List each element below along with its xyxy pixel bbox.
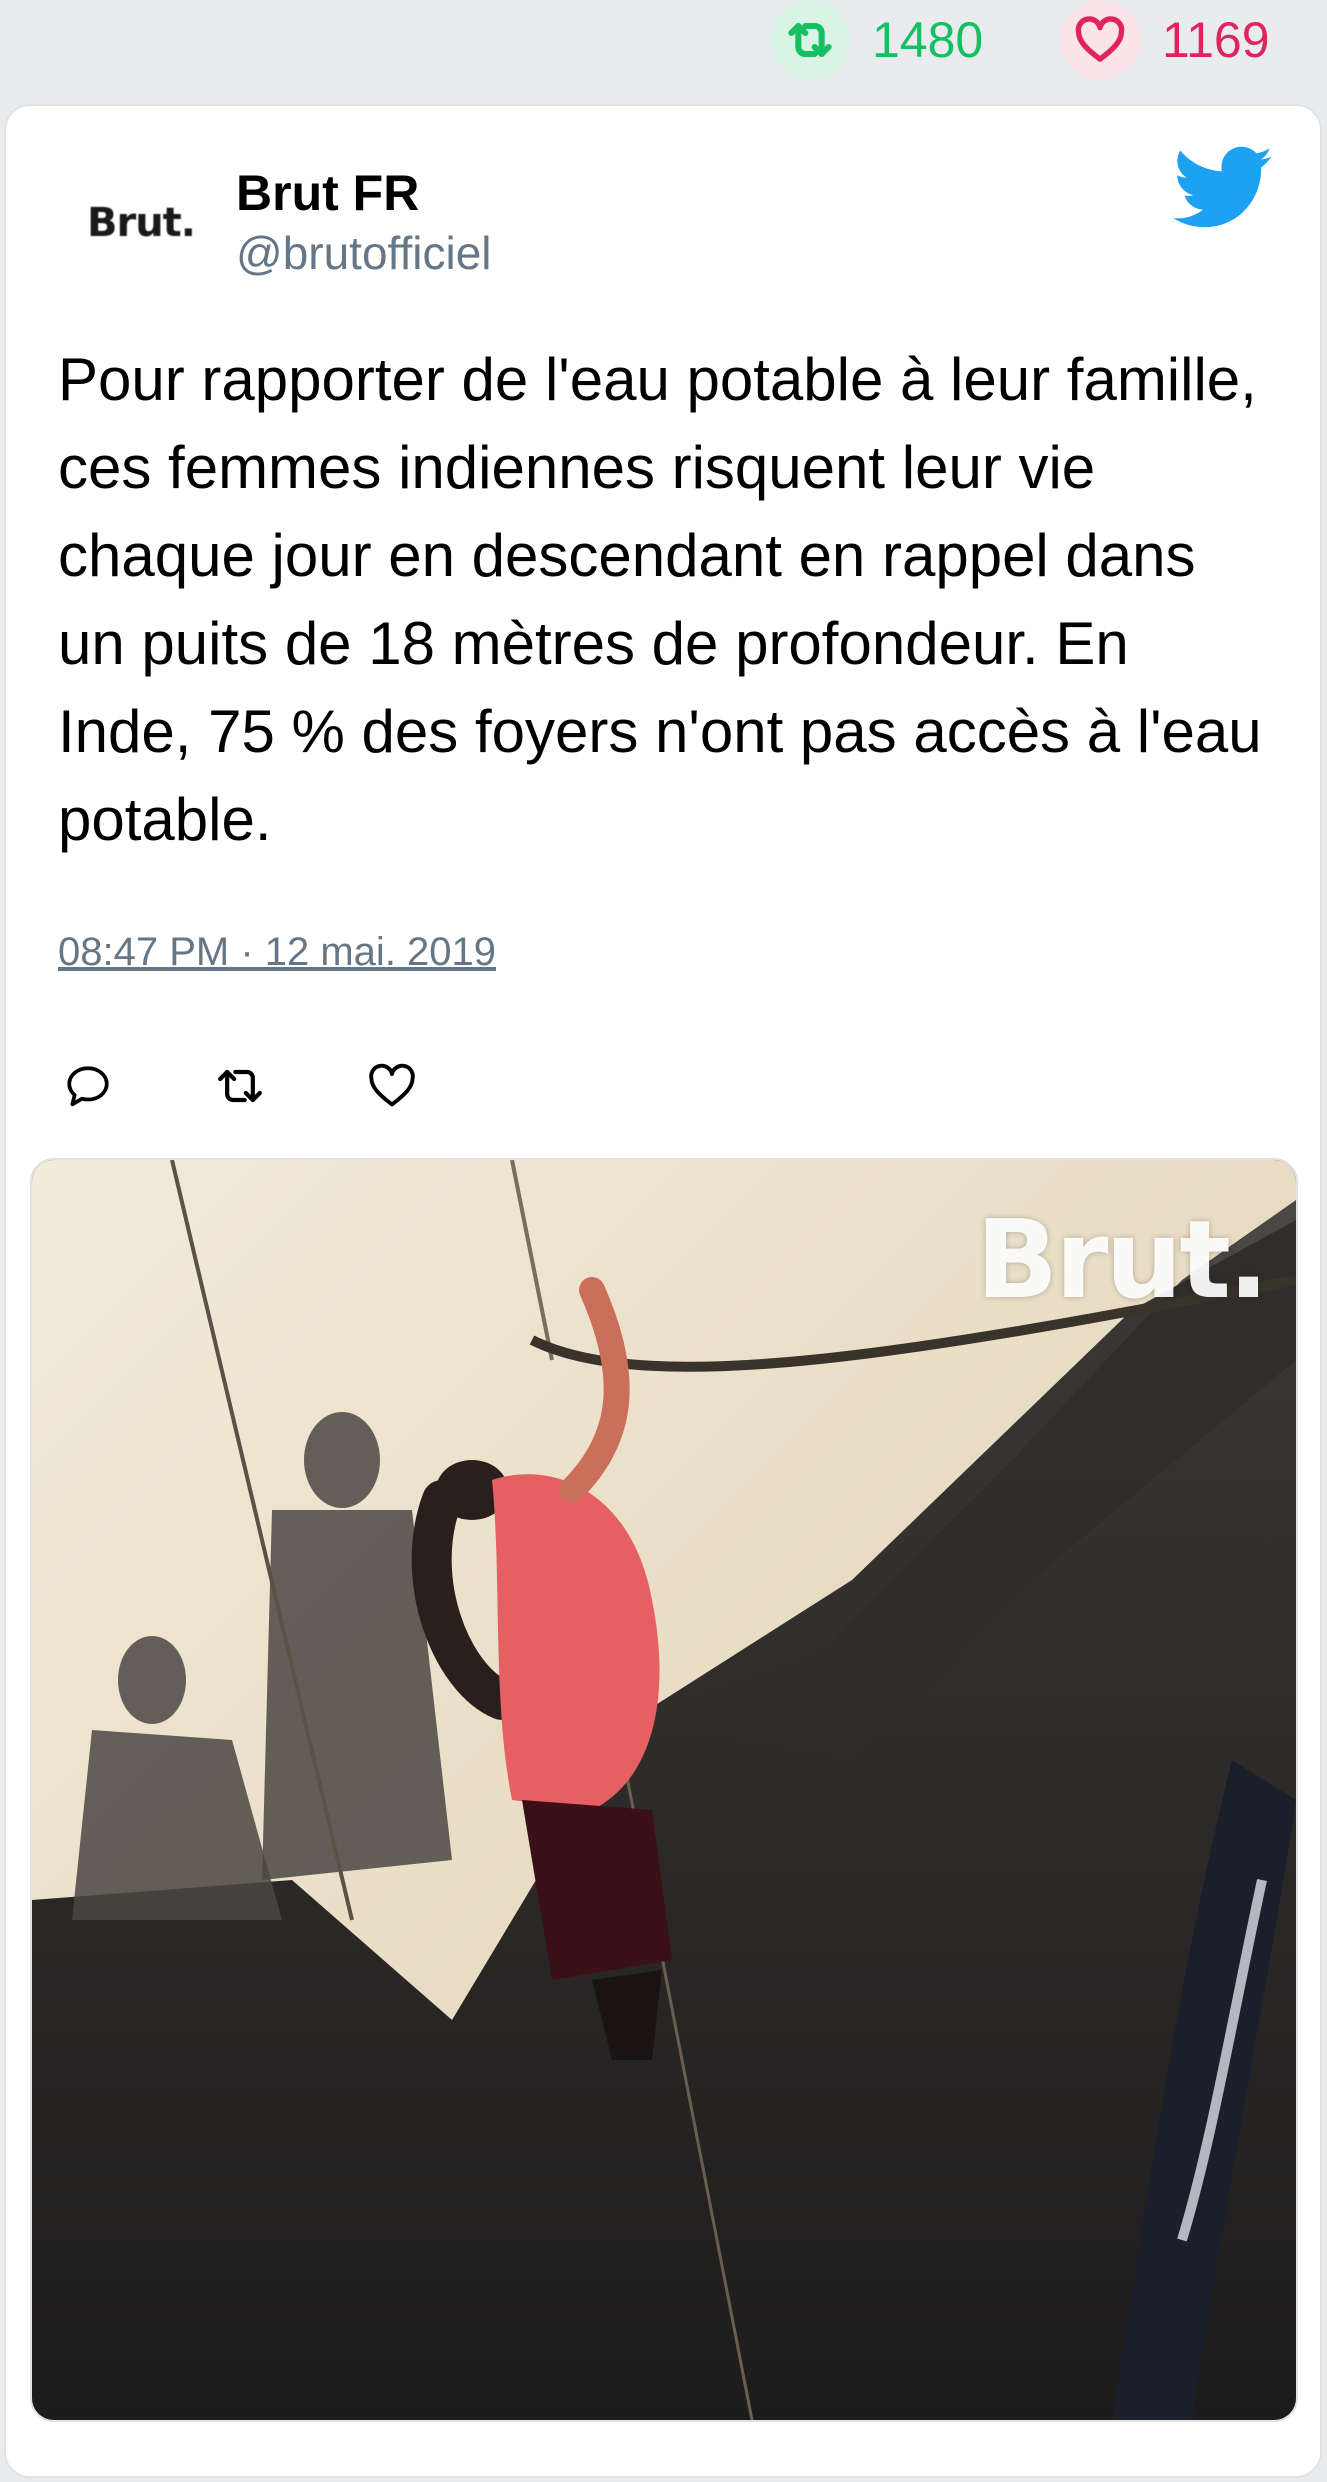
tweet-timestamp-link[interactable]: 08:47 PM · 12 mai. 2019 xyxy=(58,930,496,975)
retweet-icon[interactable] xyxy=(210,1056,270,1116)
reply-icon[interactable] xyxy=(58,1056,118,1116)
twitter-bird-icon[interactable] xyxy=(1173,146,1274,230)
like-count-stat[interactable]: 1169 xyxy=(1060,0,1270,80)
avatar[interactable]: Brut. xyxy=(56,164,226,282)
video-frame-illustration xyxy=(32,1160,1296,2420)
user-display-name[interactable]: Brut FR xyxy=(236,164,419,222)
heart-icon[interactable] xyxy=(362,1056,422,1116)
like-count: 1169 xyxy=(1162,12,1270,68)
user-handle[interactable]: @brutofficiel xyxy=(236,226,492,280)
retweet-count: 1480 xyxy=(872,12,984,68)
tweet-card: Brut. Brut FR @brutofficiel Pour rapport… xyxy=(4,104,1322,2478)
tweet-actions xyxy=(58,1046,422,1126)
brut-watermark: Brut. xyxy=(975,1198,1269,1323)
tweet-stats-bar: 1480 1169 xyxy=(0,0,1327,80)
tweet-text: Pour rapporter de l'eau potable à leur f… xyxy=(58,346,1262,853)
tweet-media-video[interactable]: Brut. xyxy=(30,1158,1298,2422)
avatar-logo-text: Brut. xyxy=(86,200,196,246)
heart-icon xyxy=(1060,0,1140,80)
retweet-icon xyxy=(770,0,850,80)
retweet-count-stat[interactable]: 1480 xyxy=(770,0,983,80)
